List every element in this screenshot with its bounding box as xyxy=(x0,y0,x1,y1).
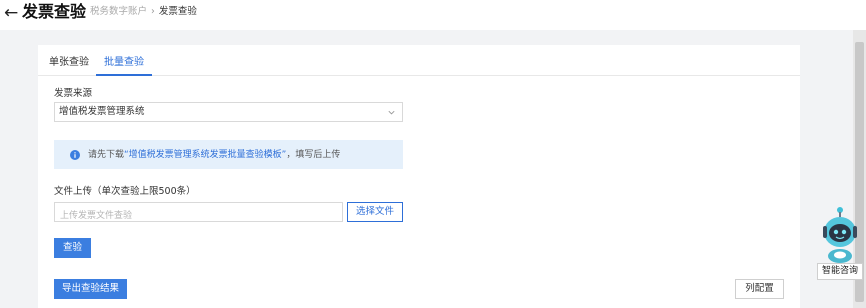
tab-bar: 单张查验 批量查验 xyxy=(38,45,800,76)
upload-label: 文件上传（单次查验上限500条） xyxy=(54,186,196,197)
verify-button[interactable]: 查验 xyxy=(54,238,91,258)
upload-file-field[interactable] xyxy=(54,202,343,225)
info-icon xyxy=(70,150,80,160)
upload-file-input[interactable] xyxy=(55,207,342,225)
tab-batch-verify[interactable]: 批量查验 xyxy=(104,57,144,69)
arrow-left-icon[interactable]: ← xyxy=(4,3,18,23)
top-bar: ← 发票查验 税务数字账户 › 发票查验 xyxy=(0,0,866,28)
choose-file-button[interactable]: 选择文件 xyxy=(347,202,403,222)
chevron-down-icon xyxy=(388,110,395,115)
export-results-button[interactable]: 导出查验结果 xyxy=(54,279,127,299)
smart-consult-label: 智能咨询 xyxy=(817,263,863,280)
alert-prefix: 请先下载 xyxy=(88,150,125,160)
source-label: 发票来源 xyxy=(54,88,93,99)
alert-message: 请先下载“增值税发票管理系统发票批量查验模板”，填写后上传 xyxy=(88,149,340,161)
robot-assistant-icon xyxy=(823,207,857,263)
breadcrumb-item-current: 发票查验 xyxy=(158,6,197,17)
smart-consult-widget[interactable]: 智能咨询 xyxy=(817,204,863,280)
active-tab-indicator xyxy=(96,74,152,76)
download-template-link[interactable]: “增值税发票管理系统发票批量查验模板” xyxy=(124,150,286,160)
breadcrumb-item-account[interactable]: 税务数字账户 xyxy=(90,6,147,17)
breadcrumb-separator: › xyxy=(151,6,155,17)
main-card: 单张查验 批量查验 发票来源 增值税发票管理系统 请先下载“增值税发票管理系统发… xyxy=(38,45,800,308)
invoice-source-value: 增值税发票管理系统 xyxy=(59,106,145,117)
tab-single-verify[interactable]: 单张查验 xyxy=(49,57,89,69)
breadcrumb: 税务数字账户 › 发票查验 xyxy=(90,5,197,19)
alert-suffix: ，填写后上传 xyxy=(286,150,341,160)
info-alert: 请先下载“增值税发票管理系统发票批量查验模板”，填写后上传 xyxy=(54,140,403,169)
page-title: 发票查验 xyxy=(22,2,87,21)
invoice-source-select[interactable]: 增值税发票管理系统 xyxy=(54,102,403,122)
column-config-button[interactable]: 列配置 xyxy=(735,279,784,299)
